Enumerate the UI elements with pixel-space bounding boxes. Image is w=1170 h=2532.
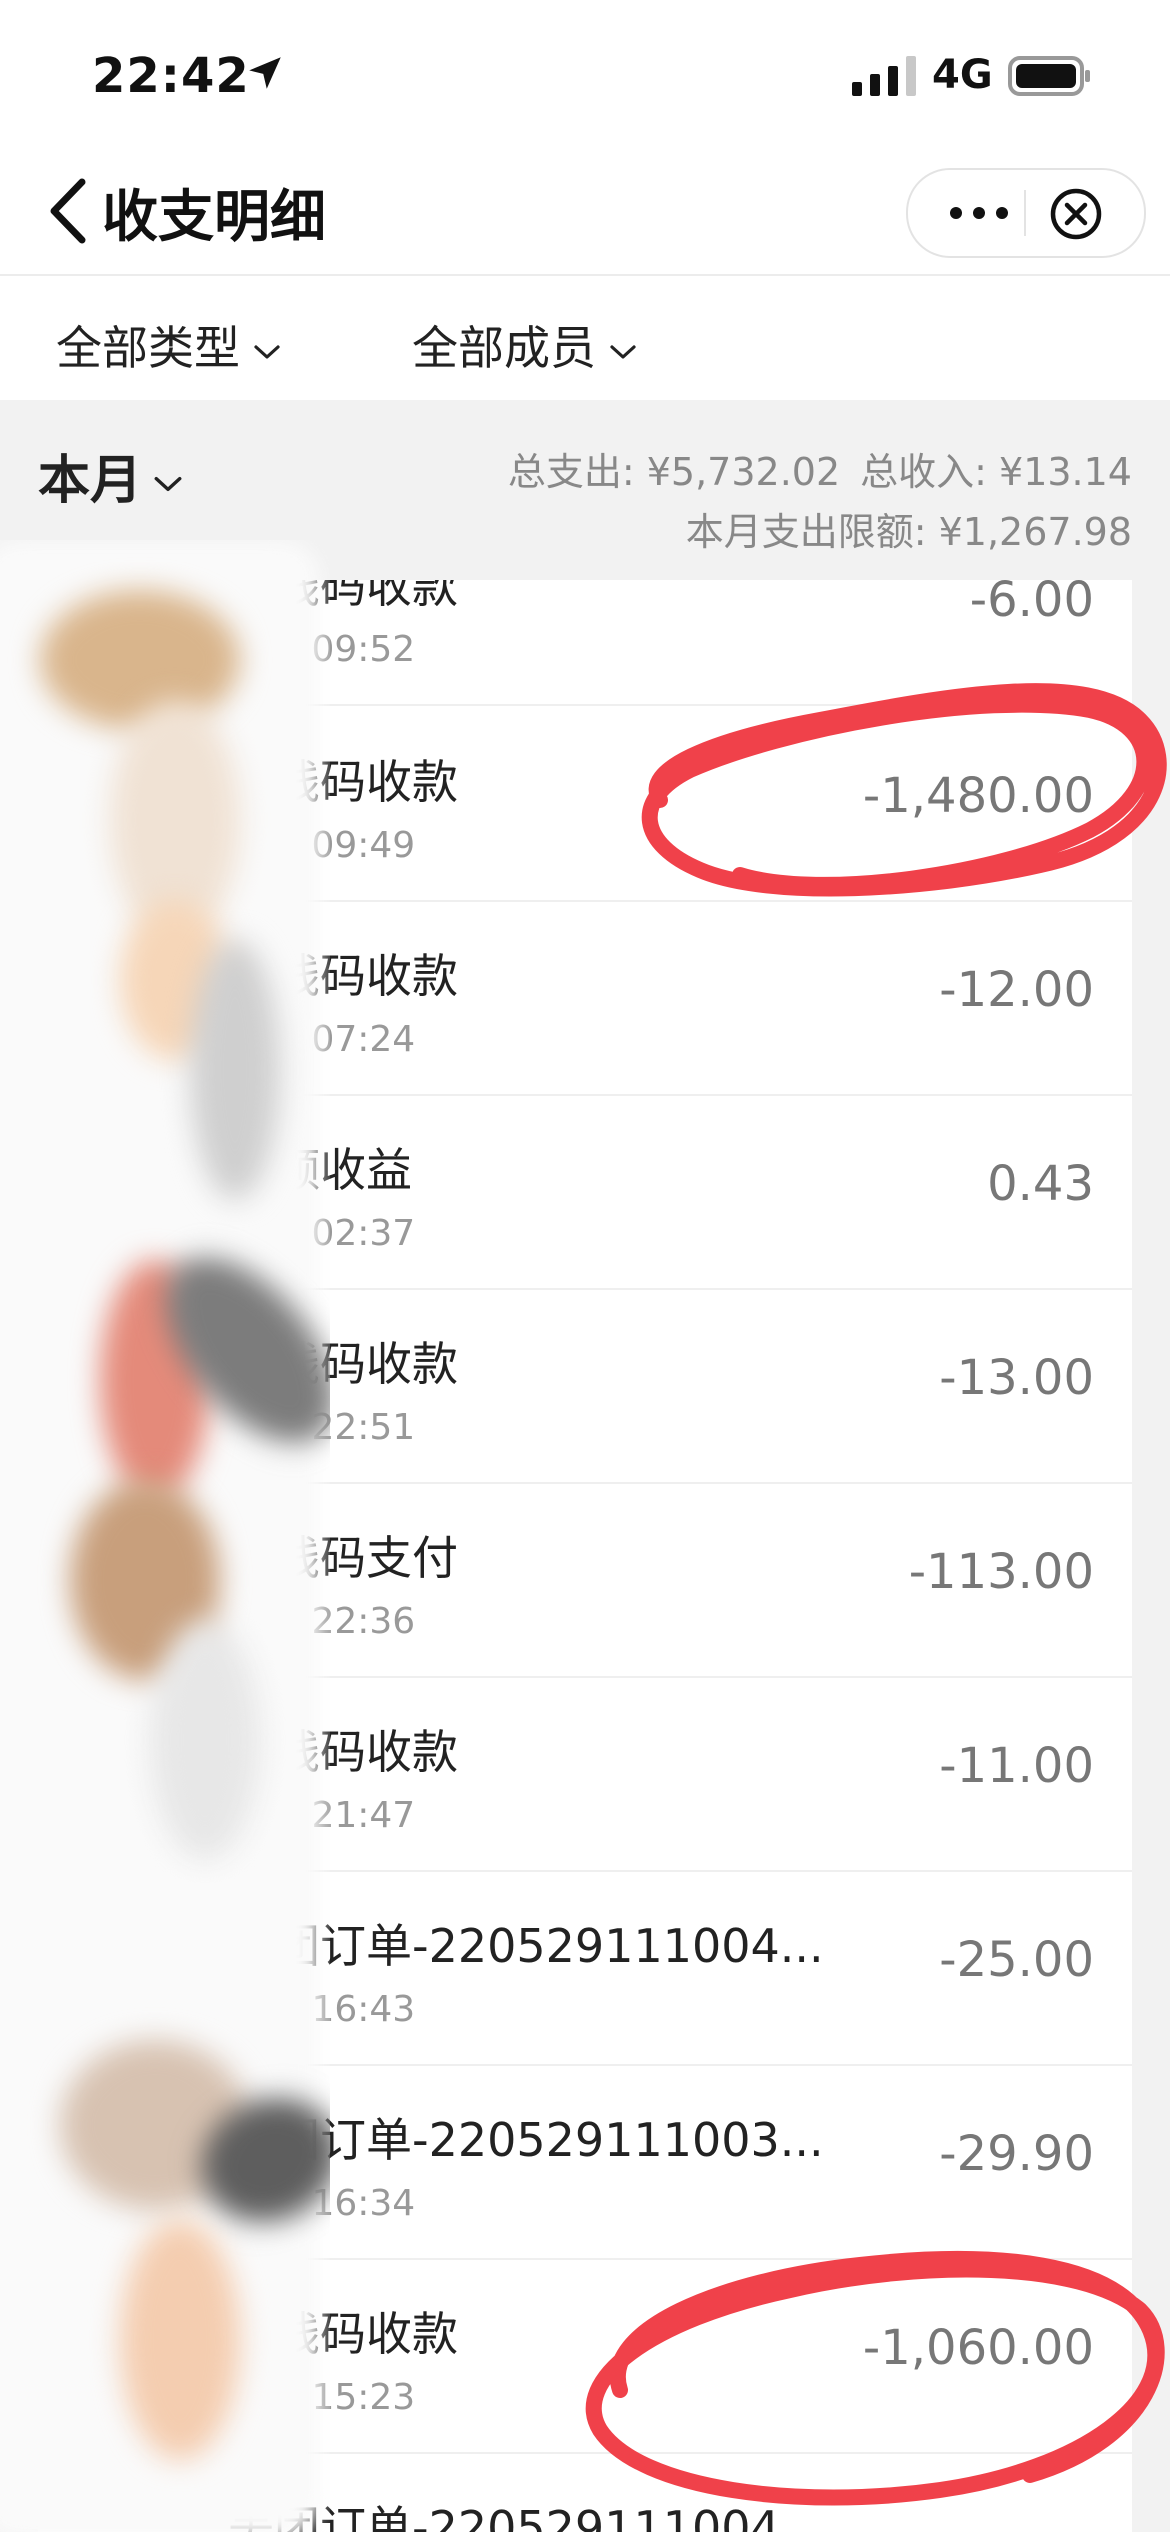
- filter-member-dropdown[interactable]: 全部成员: [412, 312, 638, 378]
- transaction-amount: -113.00: [908, 1544, 1094, 1600]
- transaction-amount: -25.00: [939, 1932, 1094, 1988]
- filter-type-dropdown[interactable]: 全部类型: [56, 312, 282, 378]
- close-circle-icon[interactable]: [1048, 186, 1104, 242]
- mini-program-capsule: [906, 168, 1146, 258]
- total-expense: 总支出: ¥5,732.02: [507, 450, 841, 494]
- page-title: 收支明细: [102, 185, 326, 250]
- month-selector[interactable]: 本月: [38, 438, 184, 513]
- spending-limit: 本月支出限额: ¥1,267.98: [685, 510, 1132, 554]
- filter-bar: 全部类型 全部成员: [0, 276, 1170, 400]
- filter-type-label: 全部类型: [56, 321, 240, 375]
- transaction-amount: -12.00: [939, 962, 1094, 1018]
- transaction-amount: -29.90: [939, 2126, 1094, 2182]
- network-type: 4G: [932, 52, 993, 98]
- annotation-circle: [641, 683, 1167, 897]
- transaction-amount: -11.00: [939, 1738, 1094, 1794]
- total-income: 总收入: ¥13.14: [860, 450, 1132, 494]
- location-arrow-icon: [249, 57, 281, 89]
- month-label: 本月: [38, 451, 143, 511]
- filter-member-label: 全部成员: [412, 321, 596, 375]
- status-bar: 22:42 4G: [0, 0, 1170, 150]
- chevron-down-icon: [610, 344, 636, 359]
- capsule-divider: [1024, 190, 1026, 236]
- chevron-down-icon: [154, 476, 182, 492]
- annotation-circle: [585, 2250, 1165, 2506]
- cellular-signal-icon: [852, 56, 916, 96]
- battery-icon: [1008, 56, 1090, 96]
- more-icon[interactable]: [944, 198, 1014, 228]
- redaction-smudge: [0, 540, 330, 2532]
- transaction-amount: -13.00: [939, 1350, 1094, 1406]
- chevron-down-icon: [254, 344, 280, 359]
- month-summary: 总支出: ¥5,732.02 总收入: ¥13.14 本月支出限额: ¥1,267…: [488, 442, 1132, 562]
- transaction-amount: 0.43: [987, 1156, 1094, 1212]
- nav-bar: 收支明细: [0, 150, 1170, 276]
- back-arrow-icon[interactable]: [46, 176, 90, 246]
- status-time: 22:42: [92, 48, 250, 104]
- transaction-amount: -6.00: [969, 580, 1094, 628]
